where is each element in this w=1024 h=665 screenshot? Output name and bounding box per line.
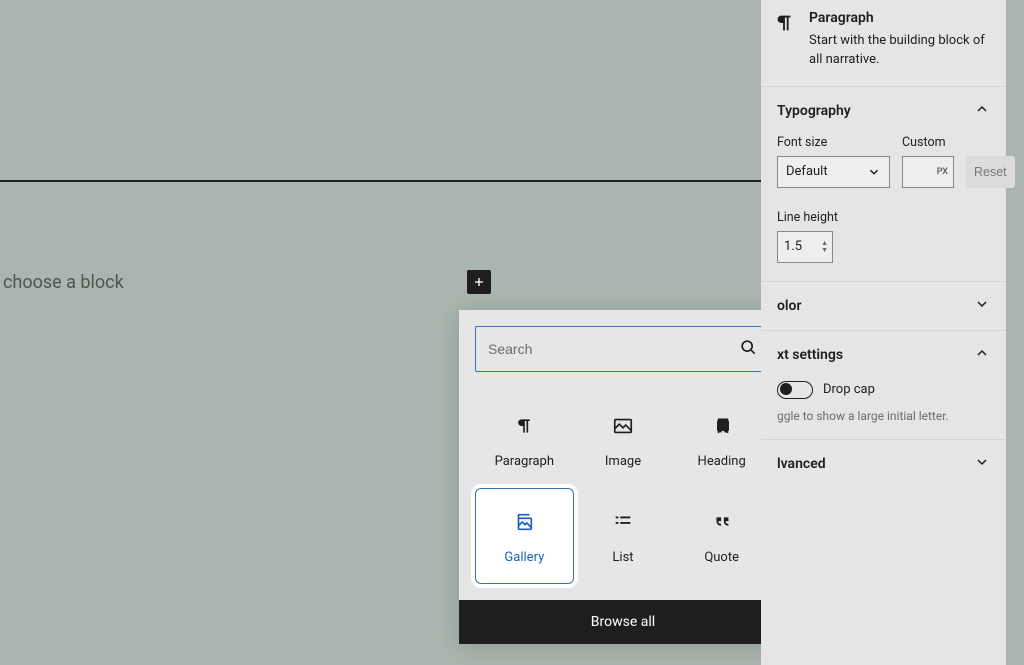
- custom-unit: PX: [937, 167, 948, 177]
- gallery-icon: [513, 508, 535, 536]
- block-item-list[interactable]: List: [574, 488, 673, 584]
- number-stepper-icon[interactable]: ▲▼: [821, 240, 828, 254]
- paragraph-icon: [773, 10, 797, 70]
- cover-block-divider: [0, 180, 761, 182]
- block-search-input[interactable]: [488, 341, 738, 357]
- font-size-value: Default: [786, 164, 828, 179]
- block-placeholder-text[interactable]: choose a block: [3, 272, 124, 293]
- advanced-toggle[interactable]: lvanced: [761, 440, 1006, 488]
- list-icon: [612, 508, 634, 536]
- block-item-image[interactable]: Image: [574, 392, 673, 488]
- block-grid: Paragraph Image Heading Gallery: [475, 372, 771, 584]
- settings-sidebar: Paragraph Start with the building block …: [761, 0, 1006, 665]
- line-height-value: 1.5: [784, 239, 802, 254]
- add-block-button[interactable]: [467, 270, 491, 294]
- drop-cap-toggle[interactable]: [777, 381, 813, 399]
- block-item-label: Quote: [704, 550, 739, 565]
- block-item-paragraph[interactable]: Paragraph: [475, 392, 574, 488]
- reset-button[interactable]: Reset: [966, 156, 1015, 188]
- block-item-label: Heading: [698, 454, 746, 469]
- block-item-label: Image: [605, 454, 641, 469]
- line-height-input[interactable]: 1.5 ▲▼: [777, 231, 833, 263]
- custom-size-input[interactable]: PX: [902, 156, 954, 188]
- line-height-label: Line height: [777, 210, 990, 225]
- drop-cap-description: ggle to show a large initial letter.: [761, 409, 1006, 439]
- chevron-down-icon: [974, 296, 990, 316]
- block-item-label: Gallery: [504, 550, 544, 565]
- block-item-heading[interactable]: Heading: [672, 392, 771, 488]
- drop-cap-label: Drop cap: [823, 382, 875, 397]
- block-description: Start with the building block of all nar…: [809, 32, 994, 70]
- section-title: xt settings: [777, 347, 843, 363]
- browse-all-button[interactable]: Browse all: [459, 600, 787, 644]
- text-settings-panel: xt settings Drop cap ggle to show a larg…: [761, 331, 1006, 440]
- section-title: Typography: [777, 103, 851, 119]
- chevron-down-icon: [974, 454, 990, 474]
- color-toggle[interactable]: olor: [761, 282, 1006, 330]
- font-size-select[interactable]: Default: [777, 156, 890, 188]
- block-picker-popover: Paragraph Image Heading Gallery: [459, 310, 787, 644]
- typography-toggle[interactable]: Typography: [761, 87, 1006, 135]
- block-name: Paragraph: [809, 10, 994, 26]
- chevron-up-icon: [974, 101, 990, 121]
- font-size-label: Font size: [777, 135, 890, 150]
- heading-icon: [714, 412, 730, 440]
- chevron-up-icon: [974, 345, 990, 365]
- section-title: olor: [777, 298, 802, 314]
- custom-label: Custom: [902, 135, 954, 150]
- block-item-quote[interactable]: Quote: [672, 488, 771, 584]
- image-icon: [612, 412, 634, 440]
- color-panel: olor: [761, 282, 1006, 331]
- chevron-down-icon: [867, 165, 881, 179]
- block-search[interactable]: [475, 326, 771, 372]
- typography-panel: Typography Font size Default Custom PX: [761, 87, 1006, 282]
- quote-icon: [711, 508, 733, 536]
- block-item-gallery[interactable]: Gallery: [475, 488, 574, 584]
- block-item-label: Paragraph: [495, 454, 554, 469]
- text-settings-toggle[interactable]: xt settings: [761, 331, 1006, 379]
- block-info: Paragraph Start with the building block …: [761, 0, 1006, 87]
- section-title: lvanced: [777, 456, 826, 472]
- advanced-panel: lvanced: [761, 440, 1006, 488]
- plus-icon: [471, 274, 487, 290]
- block-item-label: List: [612, 550, 633, 565]
- paragraph-icon: [514, 412, 534, 440]
- search-icon: [738, 337, 758, 361]
